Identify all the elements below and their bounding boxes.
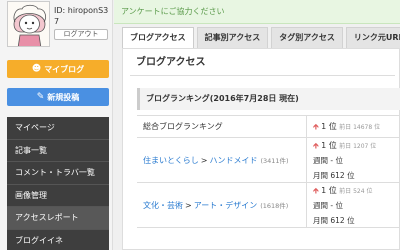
myblog-button[interactable]: ☻ マイブログ — [7, 60, 109, 78]
user-id: ID: hiroponS37 — [54, 6, 109, 26]
category-link[interactable]: 文化・芸術 — [143, 200, 183, 211]
myblog-label: マイブログ — [44, 64, 85, 74]
up-arrow-icon: 🡹 — [313, 141, 319, 150]
category-separator: > — [200, 155, 208, 165]
monthly-rank: 月間 612 位 — [313, 171, 355, 180]
rank-previous: 前日 1207 位 — [339, 143, 377, 150]
weekly-rank: 週間 - 位 — [313, 201, 343, 210]
tab-article-access[interactable]: 記事別アクセス — [196, 27, 269, 48]
logout-button[interactable]: ログアウト — [54, 29, 108, 40]
sidebar-item-images[interactable]: 画像管理 — [7, 185, 109, 207]
up-arrow-icon: 🡹 — [313, 186, 319, 195]
rank-value: 1 位 — [321, 141, 337, 150]
rank-value: 1 位 — [321, 186, 337, 195]
person-icon: ☻ — [31, 64, 42, 74]
tab-tag-access[interactable]: タグ別アクセス — [271, 27, 343, 48]
ranking-label: 総合ブログランキング — [137, 116, 307, 137]
avatar[interactable] — [7, 1, 50, 47]
ranking-header: ブログランキング(2016年7月28日 現在) — [137, 88, 400, 110]
tab-bar: ブログアクセス 記事別アクセス タグ別アクセス リンク元URL — [122, 27, 400, 48]
new-post-button[interactable]: ✎ 新規投稿 — [7, 88, 109, 106]
weekly-rank: 週間 - 位 — [313, 156, 343, 165]
rank-value: 1 位 — [321, 122, 337, 131]
rank-previous: 前日 524 位 — [339, 188, 373, 195]
sidebar-item-mypage[interactable]: マイページ — [7, 117, 109, 140]
table-row: 住まいとくらし > ハンドメイド (3411件) 🡹 1 位 前日 1207 位… — [137, 138, 400, 183]
pencil-icon: ✎ — [36, 92, 45, 102]
survey-notice[interactable]: アンケートにご協力ください — [114, 0, 400, 24]
tab-referrer-url[interactable]: リンク元URL — [345, 27, 400, 48]
content-panel: ブログアクセス ブログランキング(2016年7月28日 現在) 総合ブログランキ… — [122, 48, 400, 250]
page-title: ブログアクセス — [130, 54, 395, 76]
table-row: 文化・芸術 > アート・デザイン (1618件) 🡹 1 位 前日 524 位 … — [137, 183, 400, 228]
up-arrow-icon: 🡹 — [313, 122, 319, 131]
profile-area: ID: hiroponS37 ログアウト — [0, 0, 112, 50]
sidebar: ID: hiroponS37 ログアウト ☻ マイブログ ✎ 新規投稿 マイペー… — [0, 0, 113, 250]
new-post-label: 新規投稿 — [47, 92, 80, 102]
monthly-rank: 月間 612 位 — [313, 216, 355, 225]
sidebar-item-access-report[interactable]: アクセスレポート — [7, 207, 109, 230]
subcategory-link[interactable]: アート・デザイン — [194, 200, 258, 211]
table-row: 総合ブログランキング 🡹 1 位 前日 14678 位 — [137, 116, 400, 138]
category-link[interactable]: 住まいとくらし — [143, 155, 199, 166]
rank-previous: 前日 14678 位 — [339, 124, 381, 131]
sidebar-item-articles[interactable]: 記事一覧 — [7, 140, 109, 162]
subcategory-link[interactable]: ハンドメイド — [209, 155, 257, 166]
sidebar-item-blog-iine[interactable]: ブログイイネ — [7, 230, 109, 250]
category-count: (1618件) — [260, 202, 289, 210]
sidebar-menu: マイページ 記事一覧 コメント・トラバ一覧 画像管理 アクセスレポート ブログイ… — [7, 117, 109, 250]
sidebar-item-comments[interactable]: コメント・トラバ一覧 — [7, 162, 109, 185]
ranking-table: 総合ブログランキング 🡹 1 位 前日 14678 位 住まいとくらし > ハン… — [137, 115, 400, 228]
category-count: (3411件) — [260, 157, 289, 165]
category-separator: > — [185, 200, 192, 210]
tab-blog-access[interactable]: ブログアクセス — [122, 27, 194, 48]
